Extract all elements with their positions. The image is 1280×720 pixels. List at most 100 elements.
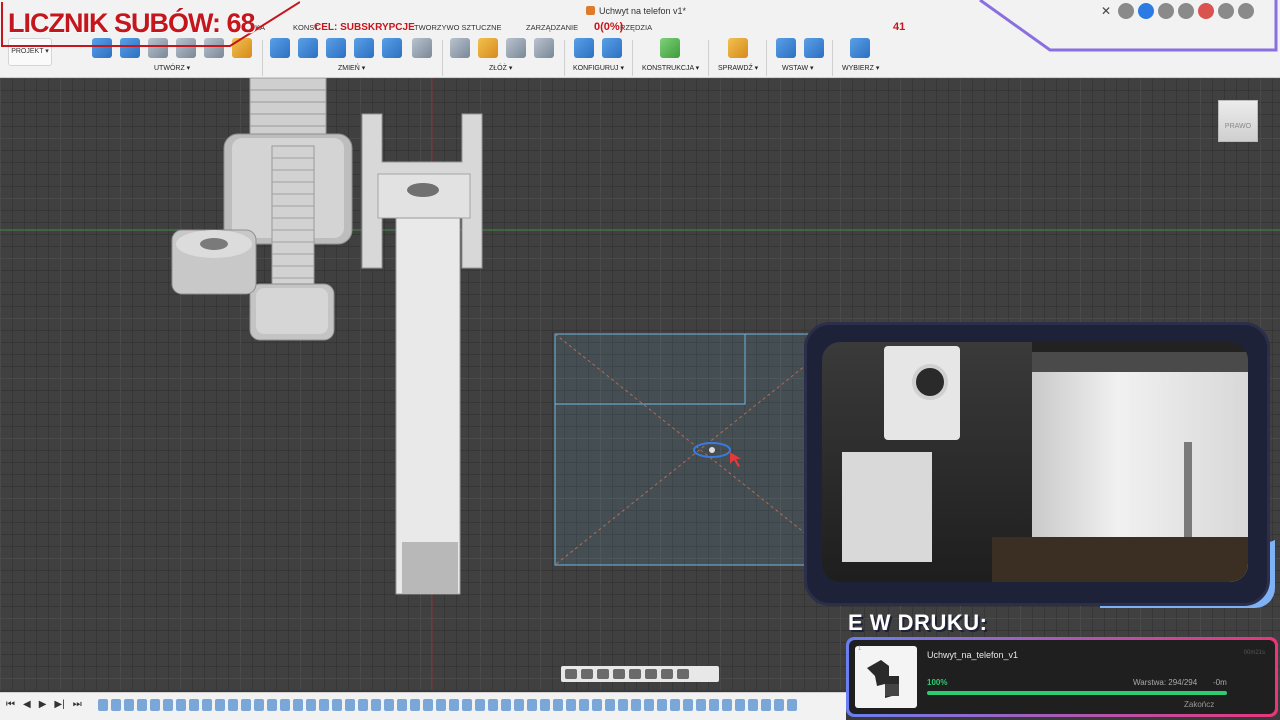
display-settings-icon[interactable] xyxy=(645,669,657,679)
timeline-feature-icon[interactable] xyxy=(111,699,121,711)
timeline-feature-icon[interactable] xyxy=(150,699,160,711)
group-inspect[interactable]: SPRAWDŹ ▾ xyxy=(718,64,758,72)
timeline-feature-icon[interactable] xyxy=(605,699,615,711)
combine-icon[interactable] xyxy=(382,38,402,58)
timeline-feature-icon[interactable] xyxy=(397,699,407,711)
timeline-next-button[interactable]: ▶| xyxy=(54,699,64,710)
timeline-feature-icon[interactable] xyxy=(787,699,797,711)
grid-settings-icon[interactable] xyxy=(661,669,673,679)
timeline-feature-icon[interactable] xyxy=(254,699,264,711)
chamfer-icon[interactable] xyxy=(326,38,346,58)
timeline-feature-icon[interactable] xyxy=(644,699,654,711)
timeline-feature-icon[interactable] xyxy=(176,699,186,711)
timeline-feature-icon[interactable] xyxy=(657,699,667,711)
select-icon[interactable] xyxy=(850,38,870,58)
new-component-icon[interactable] xyxy=(450,38,470,58)
insert-canvas-icon[interactable] xyxy=(804,38,824,58)
orbit-icon[interactable] xyxy=(565,669,577,679)
group-modify[interactable]: ZMIEŃ ▾ xyxy=(338,64,365,72)
sketch-plane[interactable] xyxy=(554,333,846,566)
timeline-feature-icon[interactable] xyxy=(670,699,680,711)
timeline-feature-icon[interactable] xyxy=(579,699,589,711)
rigid-group-icon[interactable] xyxy=(534,38,554,58)
timeline-feature-icon[interactable] xyxy=(436,699,446,711)
timeline-first-button[interactable]: ⏮ xyxy=(6,699,15,710)
timeline-play-button[interactable]: ▶ xyxy=(39,699,47,710)
offset-plane-icon[interactable] xyxy=(660,38,680,58)
timeline-feature-icon[interactable] xyxy=(202,699,212,711)
timeline-prev-button[interactable]: ◀ xyxy=(23,699,31,710)
timeline-feature-icon[interactable] xyxy=(501,699,511,711)
timeline-feature-icon[interactable] xyxy=(735,699,745,711)
timeline-feature-icon[interactable] xyxy=(618,699,628,711)
timeline-feature-icon[interactable] xyxy=(98,699,108,711)
timeline-feature-icon[interactable] xyxy=(410,699,420,711)
pan-icon[interactable] xyxy=(597,669,609,679)
timeline-feature-icon[interactable] xyxy=(592,699,602,711)
zoom-icon[interactable] xyxy=(613,669,625,679)
fillet-icon[interactable] xyxy=(298,38,318,58)
timeline-feature-icon[interactable] xyxy=(514,699,524,711)
tab-utilities[interactable]: RZĘDZIA xyxy=(620,23,652,32)
measure-icon[interactable] xyxy=(728,38,748,58)
tab-plastic[interactable]: TWORZYWO SZTUCZNE xyxy=(414,23,502,32)
viewcube[interactable]: PRAWO xyxy=(1218,100,1258,142)
timeline-feature-icon[interactable] xyxy=(722,699,732,711)
viewports-icon[interactable] xyxy=(677,669,689,679)
timeline-feature-icon[interactable] xyxy=(475,699,485,711)
group-insert[interactable]: WSTAW ▾ xyxy=(782,64,814,72)
timeline-feature-icon[interactable] xyxy=(774,699,784,711)
timeline-feature-icon[interactable] xyxy=(215,699,225,711)
knurled-nut-model[interactable] xyxy=(171,229,257,295)
timeline-feature-icon[interactable] xyxy=(696,699,706,711)
timeline-feature-icon[interactable] xyxy=(709,699,719,711)
group-construct[interactable]: KONSTRUKCJA ▾ xyxy=(642,64,699,72)
group-select[interactable]: WYBIERZ ▾ xyxy=(842,64,879,72)
timeline-feature-icon[interactable] xyxy=(631,699,641,711)
fit-icon[interactable] xyxy=(629,669,641,679)
timeline-feature-icon[interactable] xyxy=(683,699,693,711)
timeline-feature-icon[interactable] xyxy=(345,699,355,711)
timeline-feature-icon[interactable] xyxy=(319,699,329,711)
timeline-feature-icon[interactable] xyxy=(527,699,537,711)
group-configure[interactable]: KONFIGURUJ ▾ xyxy=(573,64,624,72)
timeline-feature-icon[interactable] xyxy=(332,699,342,711)
timeline-feature-icon[interactable] xyxy=(384,699,394,711)
timeline-feature-icon[interactable] xyxy=(748,699,758,711)
timeline-feature-icon[interactable] xyxy=(423,699,433,711)
group-create[interactable]: UTWÓRZ ▾ xyxy=(154,64,190,72)
phone-holder-clamp-model[interactable] xyxy=(361,113,483,595)
joint-icon[interactable] xyxy=(478,38,498,58)
timeline-feature-icon[interactable] xyxy=(306,699,316,711)
timeline-feature-icon[interactable] xyxy=(137,699,147,711)
insert-derive-icon[interactable] xyxy=(776,38,796,58)
move-icon[interactable] xyxy=(412,38,432,58)
timeline-feature-icon[interactable] xyxy=(566,699,576,711)
as-built-joint-icon[interactable] xyxy=(506,38,526,58)
timeline-feature-icon[interactable] xyxy=(488,699,498,711)
timeline-feature-icon[interactable] xyxy=(241,699,251,711)
timeline-feature-icon[interactable] xyxy=(540,699,550,711)
timeline-feature-icon[interactable] xyxy=(462,699,472,711)
timeline-feature-icon[interactable] xyxy=(293,699,303,711)
tab-manage[interactable]: ZARZĄDZANIE xyxy=(526,23,578,32)
timeline-feature-icon[interactable] xyxy=(761,699,771,711)
timeline-feature-icon[interactable] xyxy=(449,699,459,711)
timeline-feature-icon[interactable] xyxy=(189,699,199,711)
parameters-icon[interactable] xyxy=(574,38,594,58)
print-job-name: Uchwyt_na_telefon_v1 xyxy=(927,650,1019,660)
timeline-feature-icon[interactable] xyxy=(267,699,277,711)
timeline-feature-icon[interactable] xyxy=(280,699,290,711)
look-at-icon[interactable] xyxy=(581,669,593,679)
timeline-feature-icon[interactable] xyxy=(371,699,381,711)
timeline-feature-icon[interactable] xyxy=(163,699,173,711)
configure-icon[interactable] xyxy=(602,38,622,58)
timeline-feature-icon[interactable] xyxy=(228,699,238,711)
finish-button[interactable]: Zakończ xyxy=(1184,700,1214,709)
group-assemble[interactable]: ZŁÓŻ ▾ xyxy=(489,64,512,72)
timeline-feature-icon[interactable] xyxy=(358,699,368,711)
shell-icon[interactable] xyxy=(354,38,374,58)
timeline-last-button[interactable]: ⏭ xyxy=(73,699,82,710)
timeline-feature-icon[interactable] xyxy=(124,699,134,711)
timeline-feature-icon[interactable] xyxy=(553,699,563,711)
